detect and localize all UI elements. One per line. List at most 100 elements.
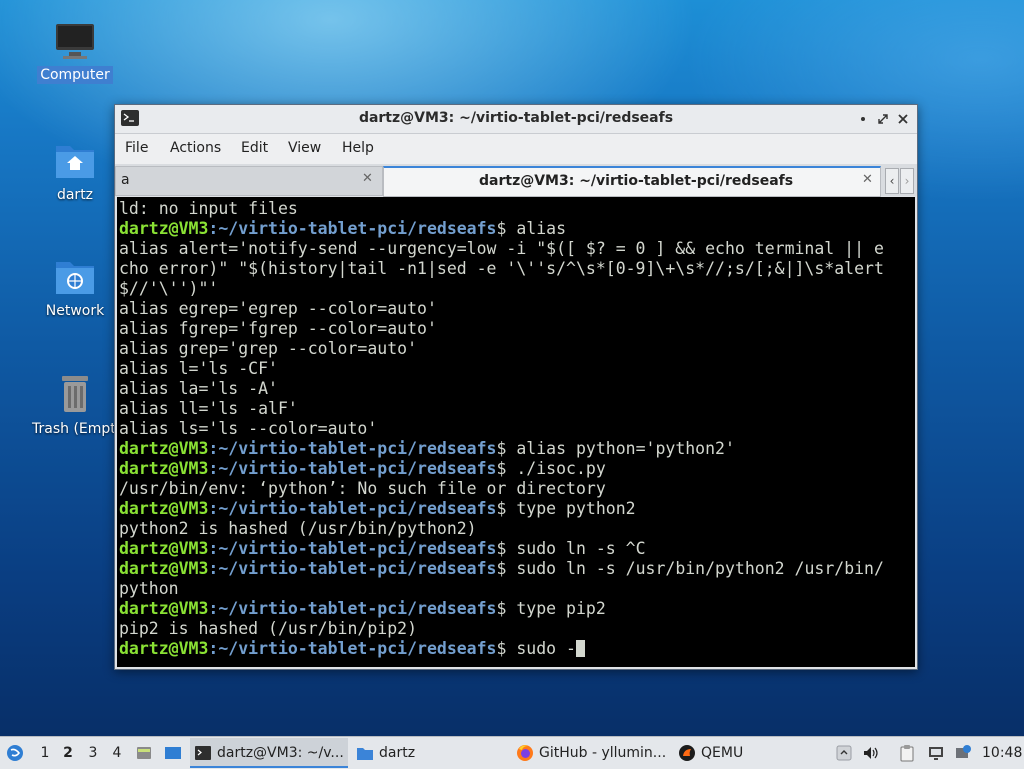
output-text: cho error)" "$(history|tail -n1|sed -e '…	[119, 259, 884, 278]
tab-label: a	[121, 172, 130, 188]
workspace-4[interactable]: 4	[106, 737, 128, 769]
taskbar-task-qemu[interactable]: QEMU	[676, 738, 756, 768]
tab-active-terminal[interactable]: dartz@VM3: ~/virtio-tablet-pci/redseafs …	[383, 166, 881, 197]
terminal-output-line: alias fgrep='fgrep --color=auto'	[119, 319, 437, 339]
prompt-symbol: $	[496, 559, 517, 578]
workspace-1[interactable]: 1	[34, 737, 56, 769]
maximize-button[interactable]	[875, 111, 891, 127]
output-text: alias fgrep='fgrep --color=auto'	[119, 319, 437, 338]
prompt-symbol: $	[496, 219, 517, 238]
command-text: sudo ln -s /usr/bin/python2 /usr/bin/	[516, 559, 884, 578]
output-text: python	[119, 579, 179, 598]
qemu-icon	[679, 745, 695, 761]
terminal-prompt-line: dartz@VM3:~/virtio-tablet-pci/redseafs$ …	[119, 639, 585, 659]
minimize-icon	[861, 117, 865, 121]
output-text: python2 is hashed (/usr/bin/python2)	[119, 519, 477, 538]
firefox-icon	[517, 745, 533, 761]
quicklaunch-file-manager[interactable]	[134, 737, 154, 769]
terminal-output-line: /usr/bin/env: ‘python’: No such file or …	[119, 479, 606, 499]
prompt-path: :~/virtio-tablet-pci/redseafs	[208, 499, 497, 518]
prompt-user: dartz@VM3	[119, 219, 209, 238]
menu-edit[interactable]: Edit	[241, 140, 268, 156]
prompt-path: :~/virtio-tablet-pci/redseafs	[208, 599, 497, 618]
output-text: alias l='ls -CF'	[119, 359, 278, 378]
close-button[interactable]	[895, 111, 911, 127]
terminal-icon	[195, 746, 211, 760]
prompt-user: dartz@VM3	[119, 459, 209, 478]
terminal-output-line: $//'\'')"'	[119, 279, 218, 299]
command-text: type python2	[516, 499, 636, 518]
tab-close-icon[interactable]: ✕	[362, 171, 373, 186]
minimize-button[interactable]	[855, 111, 871, 127]
terminal-output-line: python2 is hashed (/usr/bin/python2)	[119, 519, 477, 539]
prompt-user: dartz@VM3	[119, 539, 209, 558]
taskbar-task-label: GitHub - yllumin...	[539, 745, 667, 761]
tray-clipboard-button[interactable]	[898, 737, 918, 769]
command-text: alias python='python2'	[516, 439, 735, 458]
terminal-output-line: alias alert='notify-send --urgency=low -…	[119, 239, 884, 259]
tray-network-button[interactable]	[926, 737, 948, 769]
terminal-prompt-line: dartz@VM3:~/virtio-tablet-pci/redseafs$ …	[119, 439, 735, 459]
menu-help[interactable]: Help	[342, 140, 374, 156]
quicklaunch-show-desktop[interactable]	[162, 737, 184, 769]
command-text: alias	[516, 219, 567, 238]
clock[interactable]: 10:48	[982, 737, 1022, 769]
terminal-output-line: alias egrep='egrep --color=auto'	[119, 299, 437, 319]
tab-bar: a ✕ dartz@VM3: ~/virtio-tablet-pci/redse…	[115, 164, 917, 197]
tray-updates-button[interactable]	[954, 737, 974, 769]
menu-view[interactable]: View	[288, 140, 321, 156]
tab-label: dartz@VM3: ~/virtio-tablet-pci/redseafs	[479, 173, 794, 189]
maximize-icon	[878, 114, 888, 124]
prompt-symbol: $	[496, 439, 517, 458]
app-menu-button[interactable]	[4, 737, 28, 769]
tab-a[interactable]: a ✕	[115, 166, 383, 196]
desktop-icon-trash[interactable]: Trash (Empty)	[29, 372, 130, 438]
desktop-icon-label: Network	[45, 303, 105, 319]
terminal-prompt-line: dartz@VM3:~/virtio-tablet-pci/redseafs$ …	[119, 499, 636, 519]
taskbar-task-label: dartz	[379, 745, 416, 761]
prompt-path: :~/virtio-tablet-pci/redseafs	[208, 559, 497, 578]
prompt-path: :~/virtio-tablet-pci/redseafs	[208, 439, 497, 458]
folder-icon	[357, 748, 373, 760]
prompt-symbol: $	[496, 639, 517, 658]
tray-volume-button[interactable]	[862, 737, 882, 769]
prompt-user: dartz@VM3	[119, 439, 209, 458]
prompt-user: dartz@VM3	[119, 639, 209, 658]
desktop-icon-home[interactable]: dartz	[29, 140, 121, 204]
prompt-path: :~/virtio-tablet-pci/redseafs	[208, 459, 497, 478]
workspace-3[interactable]: 3	[82, 737, 104, 769]
taskbar-task-firefox[interactable]: GitHub - yllumin...	[514, 738, 674, 768]
tray-chevron-button[interactable]	[836, 737, 852, 769]
desktop-icon-network[interactable]: Network	[29, 256, 121, 320]
terminal-window[interactable]: dartz@VM3: ~/virtio-tablet-pci/redseafs …	[114, 104, 918, 670]
home-folder-icon	[56, 146, 94, 178]
prompt-path: :~/virtio-tablet-pci/redseafs	[208, 539, 497, 558]
terminal-output-line: pip2 is hashed (/usr/bin/pip2)	[119, 619, 417, 639]
menu-file[interactable]: File	[125, 140, 148, 156]
terminal-prompt-line: dartz@VM3:~/virtio-tablet-pci/redseafs$ …	[119, 459, 606, 479]
prompt-symbol: $	[496, 459, 517, 478]
prompt-symbol: $	[496, 539, 517, 558]
taskbar-task-terminal[interactable]: dartz@VM3: ~/v...	[190, 738, 348, 768]
window-titlebar[interactable]: dartz@VM3: ~/virtio-tablet-pci/redseafs	[115, 105, 917, 134]
chevron-up-icon	[836, 745, 852, 761]
taskbar-task-folder[interactable]: dartz	[354, 738, 454, 768]
terminal-output-line: cho error)" "$(history|tail -n1|sed -e '…	[119, 259, 884, 279]
tab-scroll-right-button[interactable]: ›	[900, 168, 914, 194]
output-text: ld: no input files	[119, 199, 298, 218]
terminal-output-line: ld: no input files	[119, 199, 298, 219]
trash-icon	[62, 376, 88, 412]
terminal-output-line: alias la='ls -A'	[119, 379, 278, 399]
output-text: pip2 is hashed (/usr/bin/pip2)	[119, 619, 418, 638]
tab-scroll-left-button[interactable]: ‹	[885, 168, 899, 194]
desktop-icon-computer[interactable]: Computer	[29, 22, 121, 84]
workspace-2[interactable]: 2	[57, 737, 79, 769]
command-text: type pip2	[516, 599, 606, 618]
file-manager-icon	[137, 747, 151, 759]
terminal-output[interactable]: ld: no input files dartz@VM3:~/virtio-tab…	[117, 197, 915, 667]
output-text: alias egrep='egrep --color=auto'	[119, 299, 437, 318]
tab-close-icon[interactable]: ✕	[862, 172, 873, 187]
volume-icon	[864, 747, 878, 759]
taskbar-task-label: dartz@VM3: ~/v...	[217, 745, 344, 761]
menu-actions[interactable]: Actions	[170, 140, 221, 156]
